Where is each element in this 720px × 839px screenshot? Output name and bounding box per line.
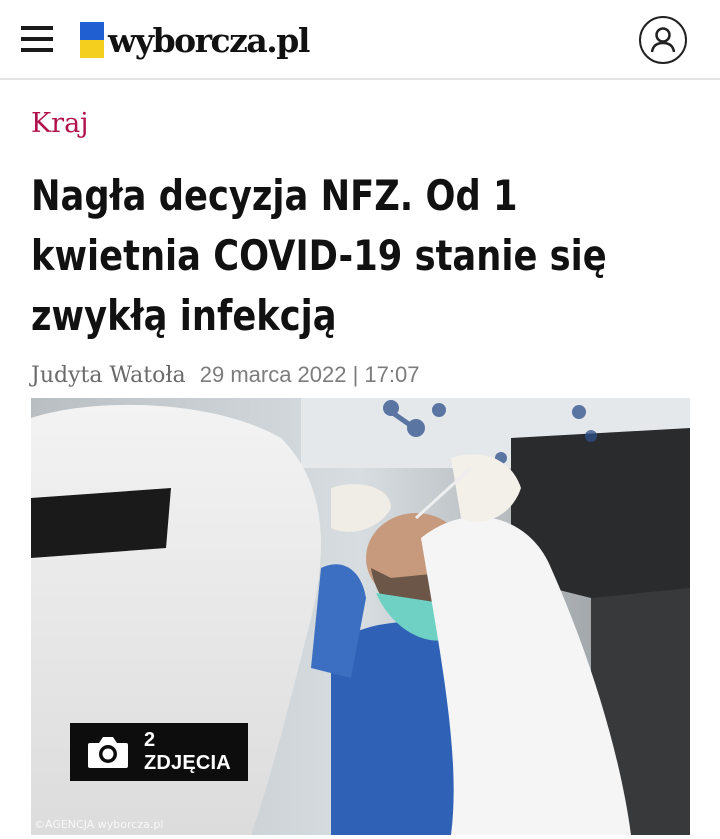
photo-gallery-button[interactable]: 2 ZDJĘCIA bbox=[70, 723, 248, 781]
camera-icon bbox=[87, 737, 128, 768]
publish-date: 29 marca 2022 | 17:07 bbox=[199, 362, 420, 387]
photo-count-label: 2 ZDJĘCIA bbox=[143, 729, 231, 774]
author-name[interactable]: Judyta Watoła bbox=[31, 363, 186, 388]
user-account-icon bbox=[650, 27, 676, 53]
photo-credit: ©AGENCJA wyborcza.pl bbox=[34, 818, 164, 831]
ukraine-flag-icon bbox=[80, 22, 104, 58]
user-account-button[interactable] bbox=[639, 16, 687, 64]
top-bar: wyborcza.pl bbox=[0, 0, 720, 80]
byline: Judyta Watoła 29 marca 2022 | 17:07 bbox=[31, 362, 420, 388]
section-label[interactable]: Kraj bbox=[31, 108, 89, 139]
hamburger-menu-icon[interactable] bbox=[18, 22, 58, 56]
site-logo[interactable]: wyborcza.pl bbox=[80, 18, 310, 62]
article-headline: Nagła decyzja NFZ. Od 1 kwietnia COVID-1… bbox=[31, 171, 607, 340]
article-photo[interactable]: 2 ZDJĘCIA ©AGENCJA wyborcza.pl bbox=[31, 398, 690, 835]
logo-text: wyborcza.pl bbox=[108, 20, 310, 60]
